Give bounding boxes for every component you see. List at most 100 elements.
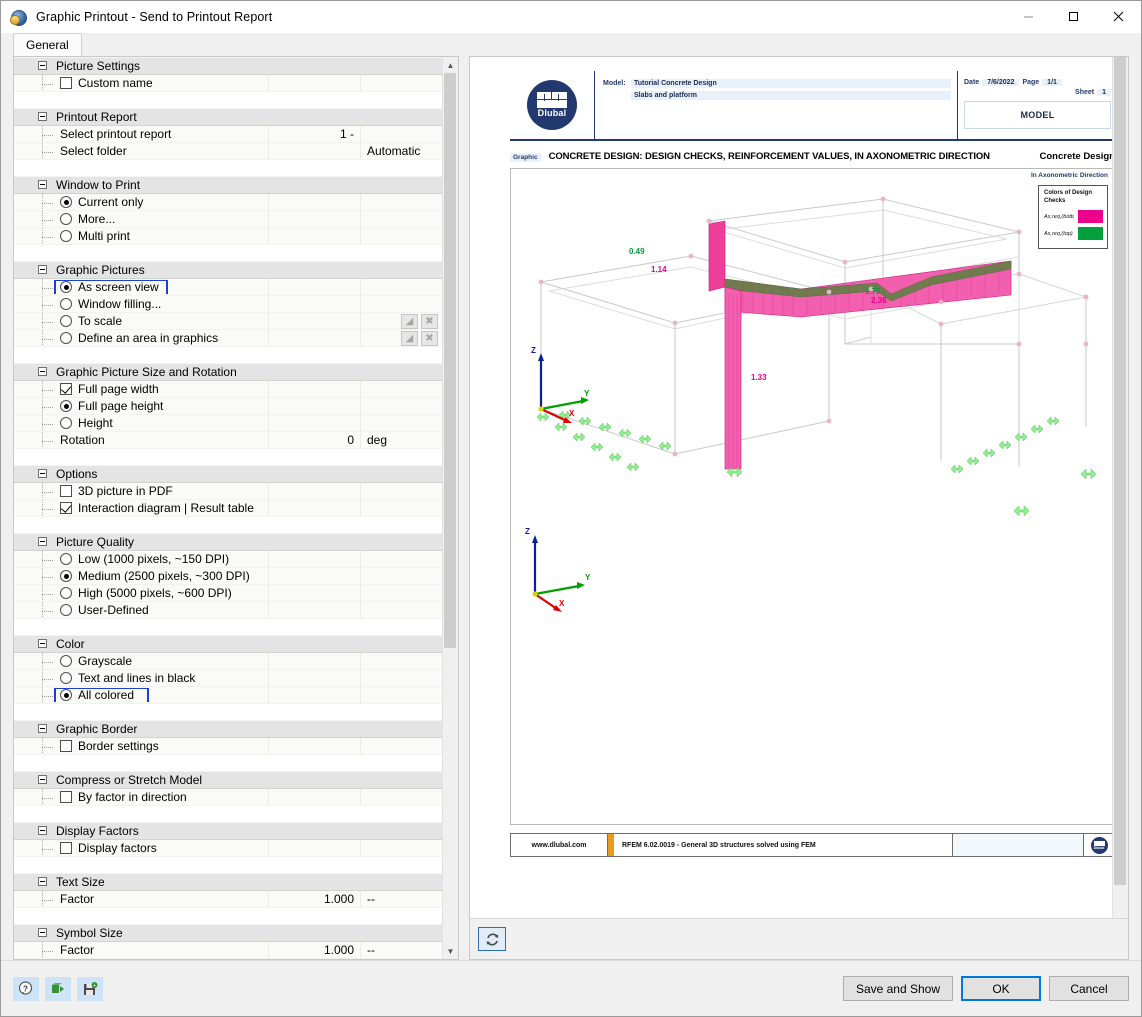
settings-row-value[interactable] (268, 330, 360, 346)
settings-group-header[interactable]: Window to Print (14, 176, 442, 194)
settings-row[interactable]: By factor in direction (14, 789, 442, 806)
delete-button[interactable]: ✖ (421, 313, 438, 329)
settings-row[interactable]: Multi print (14, 228, 442, 245)
refresh-preview-button[interactable] (478, 927, 506, 951)
settings-group-header[interactable]: Options (14, 465, 442, 483)
cancel-button[interactable]: Cancel (1049, 976, 1129, 1001)
settings-row-value[interactable] (268, 296, 360, 312)
settings-row[interactable]: Custom name (14, 75, 442, 92)
settings-row[interactable]: To scale ◢ ✖ (14, 313, 442, 330)
settings-row-value[interactable]: 1 - (268, 126, 360, 142)
settings-row[interactable]: High (5000 pixels, ~600 DPI) (14, 585, 442, 602)
settings-group-header[interactable]: Text Size (14, 873, 442, 891)
radio-user-defined[interactable] (60, 604, 72, 616)
radio-grayscale[interactable] (60, 655, 72, 667)
collapse-toggle-icon[interactable] (38, 61, 47, 70)
settings-row-value[interactable] (268, 75, 360, 91)
settings-row-value[interactable] (268, 653, 360, 669)
settings-scrollbar[interactable]: ▲ ▼ (442, 57, 458, 959)
collapse-toggle-icon[interactable] (38, 877, 47, 886)
ok-button[interactable]: OK (961, 976, 1041, 1001)
settings-row-value[interactable] (268, 789, 360, 805)
settings-row-value[interactable] (268, 194, 360, 210)
collapse-toggle-icon[interactable] (38, 724, 47, 733)
settings-row-value[interactable] (268, 551, 360, 567)
radio-multi-print[interactable] (60, 230, 72, 242)
checkbox-custom-name[interactable] (60, 77, 72, 89)
collapse-toggle-icon[interactable] (38, 928, 47, 937)
settings-row[interactable]: Height (14, 415, 442, 432)
radio-low-1000-pixels-150-dpi[interactable] (60, 553, 72, 565)
settings-group-header[interactable]: Graphic Border (14, 720, 442, 738)
settings-row-value[interactable] (268, 585, 360, 601)
settings-row-value[interactable]: 0 (268, 432, 360, 448)
radio-as-screen-view[interactable] (60, 281, 72, 293)
checkbox-display-factors[interactable] (60, 842, 72, 854)
collapse-toggle-icon[interactable] (38, 639, 47, 648)
preview-scroll-thumb[interactable] (1114, 57, 1126, 885)
save-and-show-button[interactable]: Save and Show (842, 976, 953, 1001)
settings-row[interactable]: As screen view (14, 279, 442, 296)
settings-row[interactable]: Window filling... (14, 296, 442, 313)
checkbox-3d-picture-in-pdf[interactable] (60, 485, 72, 497)
settings-row[interactable]: Border settings (14, 738, 442, 755)
pick-button[interactable]: ◢ (401, 313, 418, 329)
checkbox-interaction-diagram-result-table[interactable] (60, 502, 72, 514)
tab-general[interactable]: General (13, 33, 82, 56)
settings-group-header[interactable]: Graphic Picture Size and Rotation (14, 363, 442, 381)
settings-group-header[interactable]: Printout Report (14, 108, 442, 126)
collapse-toggle-icon[interactable] (38, 367, 47, 376)
settings-row[interactable]: Select folder Automatic (14, 143, 442, 160)
settings-row[interactable]: 3D picture in PDF (14, 483, 442, 500)
settings-group-header[interactable]: Display Factors (14, 822, 442, 840)
settings-row-value[interactable] (268, 415, 360, 431)
preview-scrollbar[interactable] (1112, 57, 1128, 918)
settings-row[interactable]: Low (1000 pixels, ~150 DPI) (14, 551, 442, 568)
scroll-thumb[interactable] (444, 73, 456, 648)
settings-row-value[interactable] (268, 211, 360, 227)
settings-row-value[interactable] (268, 228, 360, 244)
settings-row[interactable]: All colored (14, 687, 442, 704)
help-button[interactable]: ? (13, 976, 39, 1001)
settings-row[interactable]: Rotation 0 deg (14, 432, 442, 449)
radio-more[interactable] (60, 213, 72, 225)
scroll-down-icon[interactable]: ▼ (443, 943, 458, 959)
settings-row[interactable]: Medium (2500 pixels, ~300 DPI) (14, 568, 442, 585)
settings-row-value[interactable] (268, 398, 360, 414)
settings-group-header[interactable]: Picture Quality (14, 533, 442, 551)
radio-window-filling[interactable] (60, 298, 72, 310)
settings-row-value[interactable] (268, 483, 360, 499)
settings-row[interactable]: Full page width (14, 381, 442, 398)
settings-row[interactable]: User-Defined (14, 602, 442, 619)
minimize-button[interactable] (1006, 1, 1051, 32)
settings-row[interactable]: Factor 1.000 -- (14, 891, 442, 908)
collapse-toggle-icon[interactable] (38, 469, 47, 478)
collapse-toggle-icon[interactable] (38, 775, 47, 784)
settings-row[interactable]: Display factors (14, 840, 442, 857)
settings-row-value[interactable] (268, 313, 360, 329)
settings-row[interactable]: Current only (14, 194, 442, 211)
settings-row-value[interactable] (268, 670, 360, 686)
settings-row[interactable]: Interaction diagram | Result table (14, 500, 442, 517)
settings-row-value[interactable]: 1.000 (268, 891, 360, 907)
radio-all-colored[interactable] (60, 689, 72, 701)
scroll-up-icon[interactable]: ▲ (443, 57, 458, 73)
settings-row-value[interactable] (268, 602, 360, 618)
settings-group-header[interactable]: Graphic Pictures (14, 261, 442, 279)
settings-row-value[interactable] (268, 738, 360, 754)
settings-row-value[interactable] (268, 279, 360, 295)
settings-group-header[interactable]: Symbol Size (14, 924, 442, 942)
settings-group-header[interactable]: Color (14, 635, 442, 653)
settings-row[interactable]: Grayscale (14, 653, 442, 670)
apply-button[interactable] (45, 976, 71, 1001)
radio-define-an-area-in-graphics[interactable] (60, 332, 72, 344)
report-preview[interactable]: Dlubal Model: Tutorial Concrete Design S… (470, 57, 1112, 918)
settings-row[interactable]: Define an area in graphics ◢ ✖ (14, 330, 442, 347)
collapse-toggle-icon[interactable] (38, 112, 47, 121)
settings-row[interactable]: Select printout report 1 - (14, 126, 442, 143)
settings-row-value[interactable] (268, 687, 360, 703)
close-button[interactable] (1096, 1, 1141, 32)
settings-group-header[interactable]: Picture Settings (14, 57, 442, 75)
radio-medium-2500-pixels-300-dpi[interactable] (60, 570, 72, 582)
settings-row-value[interactable] (268, 143, 360, 159)
